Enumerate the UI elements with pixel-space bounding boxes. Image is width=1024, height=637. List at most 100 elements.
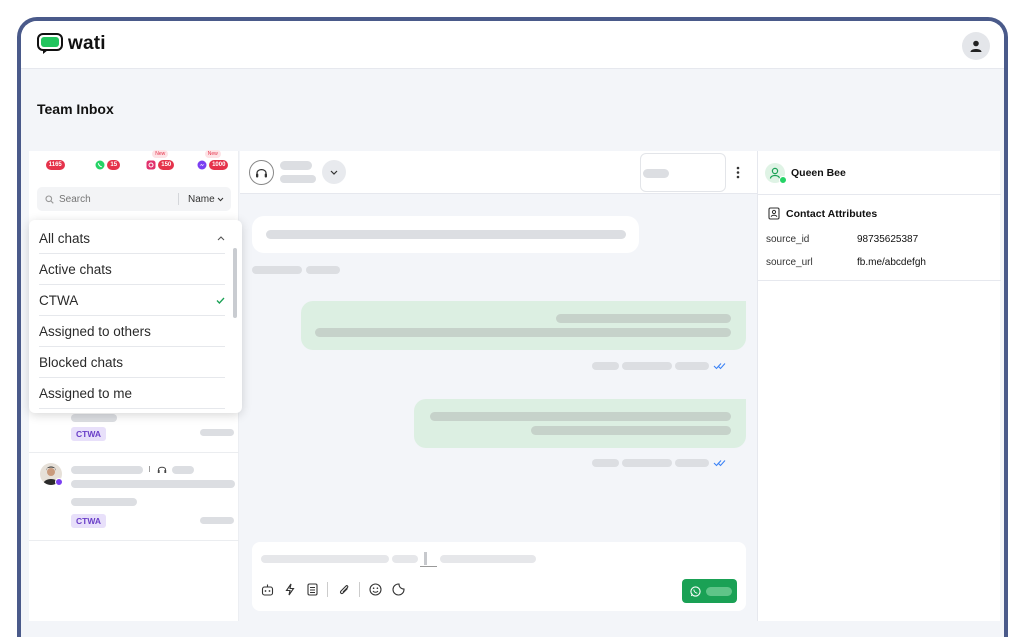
- tab-all-channels[interactable]: 1165: [29, 151, 82, 179]
- attribute-key: source_id: [766, 234, 810, 245]
- unread-badge: 1165: [45, 160, 65, 170]
- filter-option-label: Assigned to me: [39, 385, 133, 401]
- template-icon[interactable]: [307, 583, 318, 596]
- conversation-panel: [240, 151, 757, 621]
- contact-name-placeholder: [280, 161, 312, 170]
- time-placeholder: [200, 429, 234, 436]
- message-time-placeholder: [252, 266, 302, 274]
- attribute-value: 98735625387: [857, 234, 919, 245]
- attributes-title: Contact Attributes: [786, 207, 878, 220]
- message-meta-placeholder: [622, 459, 672, 467]
- user-profile-button[interactable]: [962, 32, 990, 60]
- message-preview-placeholder: [71, 498, 137, 506]
- message-meta-placeholder: [622, 362, 672, 370]
- message-meta-placeholder: [592, 362, 619, 370]
- filter-option-assigned-to-me[interactable]: Assigned to me: [39, 378, 225, 409]
- search-icon: [45, 194, 54, 204]
- messenger-icon: [197, 160, 207, 170]
- message-text-placeholder: [556, 314, 731, 323]
- whatsapp-icon: [690, 585, 701, 597]
- tab-instagram[interactable]: New 150: [134, 150, 187, 179]
- message-preview-placeholder: [71, 480, 235, 488]
- chat-filter-dropdown: All chats Active chats CTWA Assigned to …: [29, 220, 242, 413]
- toolbar-divider: [359, 582, 360, 597]
- send-button[interactable]: [682, 579, 737, 603]
- action-label-placeholder: [643, 169, 669, 178]
- time-placeholder: [200, 517, 234, 524]
- cursor-underline: [420, 566, 437, 567]
- filter-option-label: All chats: [39, 230, 91, 246]
- conversation-header: [240, 151, 757, 194]
- attribute-value: fb.me/abcdefgh: [857, 257, 926, 268]
- chevron-down-icon: [330, 170, 338, 175]
- section-title: Contact Attributes: [768, 207, 877, 220]
- message-text-placeholder: [266, 230, 626, 239]
- double-check-icon: [713, 460, 726, 467]
- id-card-icon: [768, 207, 780, 220]
- search-input[interactable]: [59, 193, 169, 205]
- separator-dot: [149, 466, 150, 472]
- message-composer: [252, 542, 746, 611]
- message-text-placeholder: [430, 412, 731, 421]
- attachment-icon[interactable]: [338, 583, 350, 596]
- dropdown-scrollbar[interactable]: [233, 248, 237, 318]
- list-item[interactable]: CTWA: [29, 453, 239, 541]
- headset-icon: [256, 168, 267, 177]
- sticker-icon[interactable]: [392, 583, 405, 596]
- outgoing-message-bubble: [301, 301, 746, 350]
- unread-badge: 1000: [209, 160, 229, 170]
- composer-input-placeholder: [392, 555, 418, 563]
- contact-name-placeholder: [71, 466, 143, 474]
- emoji-icon[interactable]: [369, 583, 382, 596]
- page-title: Team Inbox: [37, 101, 114, 117]
- tab-whatsapp[interactable]: 15: [82, 151, 135, 179]
- composer-input-placeholder[interactable]: [261, 555, 389, 563]
- assigned-agent-avatar[interactable]: [249, 160, 274, 185]
- message-time-placeholder: [675, 459, 709, 467]
- message-meta-placeholder: [592, 459, 619, 467]
- filter-option-assigned-to-others[interactable]: Assigned to others: [39, 316, 225, 347]
- filter-option-ctwa[interactable]: CTWA: [39, 285, 225, 316]
- contact-header: Queen Bee: [758, 151, 1001, 195]
- header-action-button[interactable]: [640, 153, 726, 192]
- message-time-placeholder: [675, 362, 709, 370]
- tab-messenger[interactable]: New 1000: [187, 150, 240, 179]
- filter-option-label: Assigned to others: [39, 323, 151, 339]
- bot-icon[interactable]: [261, 584, 274, 596]
- composer-input-placeholder: [440, 555, 536, 563]
- filter-option-label: Active chats: [39, 261, 112, 277]
- whatsapp-icon: [95, 160, 105, 170]
- user-icon: [970, 40, 982, 52]
- header-dropdown-button[interactable]: [322, 160, 346, 184]
- filter-option-blocked-chats[interactable]: Blocked chats: [39, 347, 225, 378]
- attribute-key: source_url: [766, 257, 813, 268]
- incoming-message-bubble: [252, 216, 639, 253]
- wati-logo[interactable]: wati: [37, 33, 106, 55]
- unread-badge: 150: [158, 160, 175, 170]
- sort-label: Name: [188, 193, 215, 205]
- filter-option-all-chats[interactable]: All chats: [39, 223, 225, 254]
- search-bar: Name: [37, 187, 231, 211]
- ctwa-tag: CTWA: [71, 427, 107, 441]
- filter-option-label: Blocked chats: [39, 354, 124, 370]
- instagram-icon: [146, 160, 156, 170]
- new-tag: New: [152, 150, 169, 158]
- unread-badge: 15: [107, 160, 121, 170]
- double-check-icon: [713, 363, 726, 370]
- top-bar: wati: [21, 21, 1004, 69]
- message-text-placeholder: [531, 426, 731, 435]
- ctwa-tag: CTWA: [71, 514, 107, 528]
- filter-option-active-chats[interactable]: Active chats: [39, 254, 225, 285]
- contact-name: Queen Bee: [791, 166, 846, 179]
- chevron-up-icon[interactable]: [217, 235, 225, 241]
- lightning-icon[interactable]: [285, 583, 295, 596]
- wati-logo-icon: [37, 33, 63, 54]
- message-meta-placeholder: [306, 266, 340, 274]
- more-options-icon[interactable]: [736, 166, 740, 179]
- agent-placeholder: [172, 466, 194, 474]
- headset-icon: [157, 466, 167, 473]
- toolbar-divider: [327, 582, 328, 597]
- sort-by-dropdown[interactable]: Name: [188, 194, 224, 205]
- message-text-placeholder: [315, 328, 731, 337]
- contact-attributes-section: Contact Attributes source_id 98735625387…: [758, 195, 1001, 281]
